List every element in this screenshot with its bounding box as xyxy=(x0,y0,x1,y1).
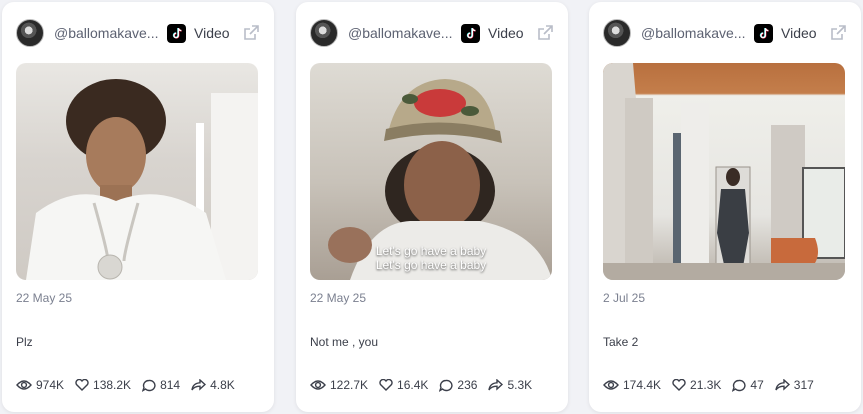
subtitle-line: Let's go have a baby xyxy=(375,244,487,258)
post-card[interactable]: @ballomakave... Video 22 May 25 Plz 974K… xyxy=(2,2,274,412)
tiktok-icon xyxy=(167,23,186,43)
external-link-icon[interactable] xyxy=(242,24,260,42)
post-card[interactable]: @ballomakave... Video Let's go have a ba… xyxy=(296,2,568,412)
eye-icon xyxy=(603,380,619,390)
comment-icon xyxy=(732,379,747,392)
shares-count: 4.8K xyxy=(210,378,235,392)
avatar xyxy=(310,19,338,47)
post-date: 22 May 25 xyxy=(310,291,367,305)
username[interactable]: @ballomakave... xyxy=(348,25,455,41)
shares-count: 5.3K xyxy=(507,378,533,392)
heart-icon xyxy=(672,379,686,391)
avatar xyxy=(603,19,631,47)
post-caption: Plz xyxy=(16,335,33,349)
platform-label: Video xyxy=(488,25,524,41)
post-date: 2 Jul 25 xyxy=(603,291,646,305)
external-link-icon[interactable] xyxy=(829,24,847,42)
username[interactable]: @ballomakave... xyxy=(54,25,161,41)
tiktok-icon xyxy=(754,23,773,43)
likes-count: 16.4K xyxy=(397,378,429,392)
subtitle-line: Let's go have a baby xyxy=(375,258,487,272)
post-card[interactable]: @ballomakave... Video 2 Jul 25 Take 2 17… xyxy=(589,2,861,412)
tiktok-icon xyxy=(461,23,480,43)
comments-count: 47 xyxy=(750,378,764,392)
share-icon xyxy=(775,379,790,391)
post-date: 22 May 25 xyxy=(16,291,73,305)
stats-row: 122.7K 16.4K 236 5.3K xyxy=(310,378,543,392)
platform-label: Video xyxy=(194,25,230,41)
comment-icon xyxy=(142,379,156,392)
comments-count: 814 xyxy=(160,378,181,392)
eye-icon xyxy=(16,380,32,390)
heart-icon xyxy=(379,379,393,391)
comment-icon xyxy=(439,379,454,392)
eye-icon xyxy=(310,380,326,390)
views-count: 122.7K xyxy=(330,378,369,392)
views-count: 974K xyxy=(36,378,65,392)
video-thumbnail[interactable] xyxy=(603,63,845,280)
video-subtitle: Let's go have a baby Let's go have a bab… xyxy=(310,244,552,272)
external-link-icon[interactable] xyxy=(536,24,554,42)
avatar xyxy=(16,19,44,47)
likes-count: 138.2K xyxy=(93,378,132,392)
likes-count: 21.3K xyxy=(690,378,722,392)
comments-count: 236 xyxy=(457,378,478,392)
username[interactable]: @ballomakave... xyxy=(641,25,748,41)
share-icon xyxy=(191,379,207,391)
post-caption: Not me , you xyxy=(310,335,379,349)
video-thumbnail[interactable] xyxy=(16,63,258,280)
share-icon xyxy=(488,379,504,391)
shares-count: 317 xyxy=(793,378,814,392)
stats-row: 174.4K 21.3K 47 317 xyxy=(603,378,825,392)
heart-icon xyxy=(75,379,89,391)
platform-label: Video xyxy=(781,25,817,41)
stats-row: 974K 138.2K 814 4.8K xyxy=(16,378,246,392)
post-caption: Take 2 xyxy=(603,335,639,349)
video-thumbnail[interactable]: Let's go have a baby Let's go have a bab… xyxy=(310,63,552,280)
views-count: 174.4K xyxy=(623,378,662,392)
